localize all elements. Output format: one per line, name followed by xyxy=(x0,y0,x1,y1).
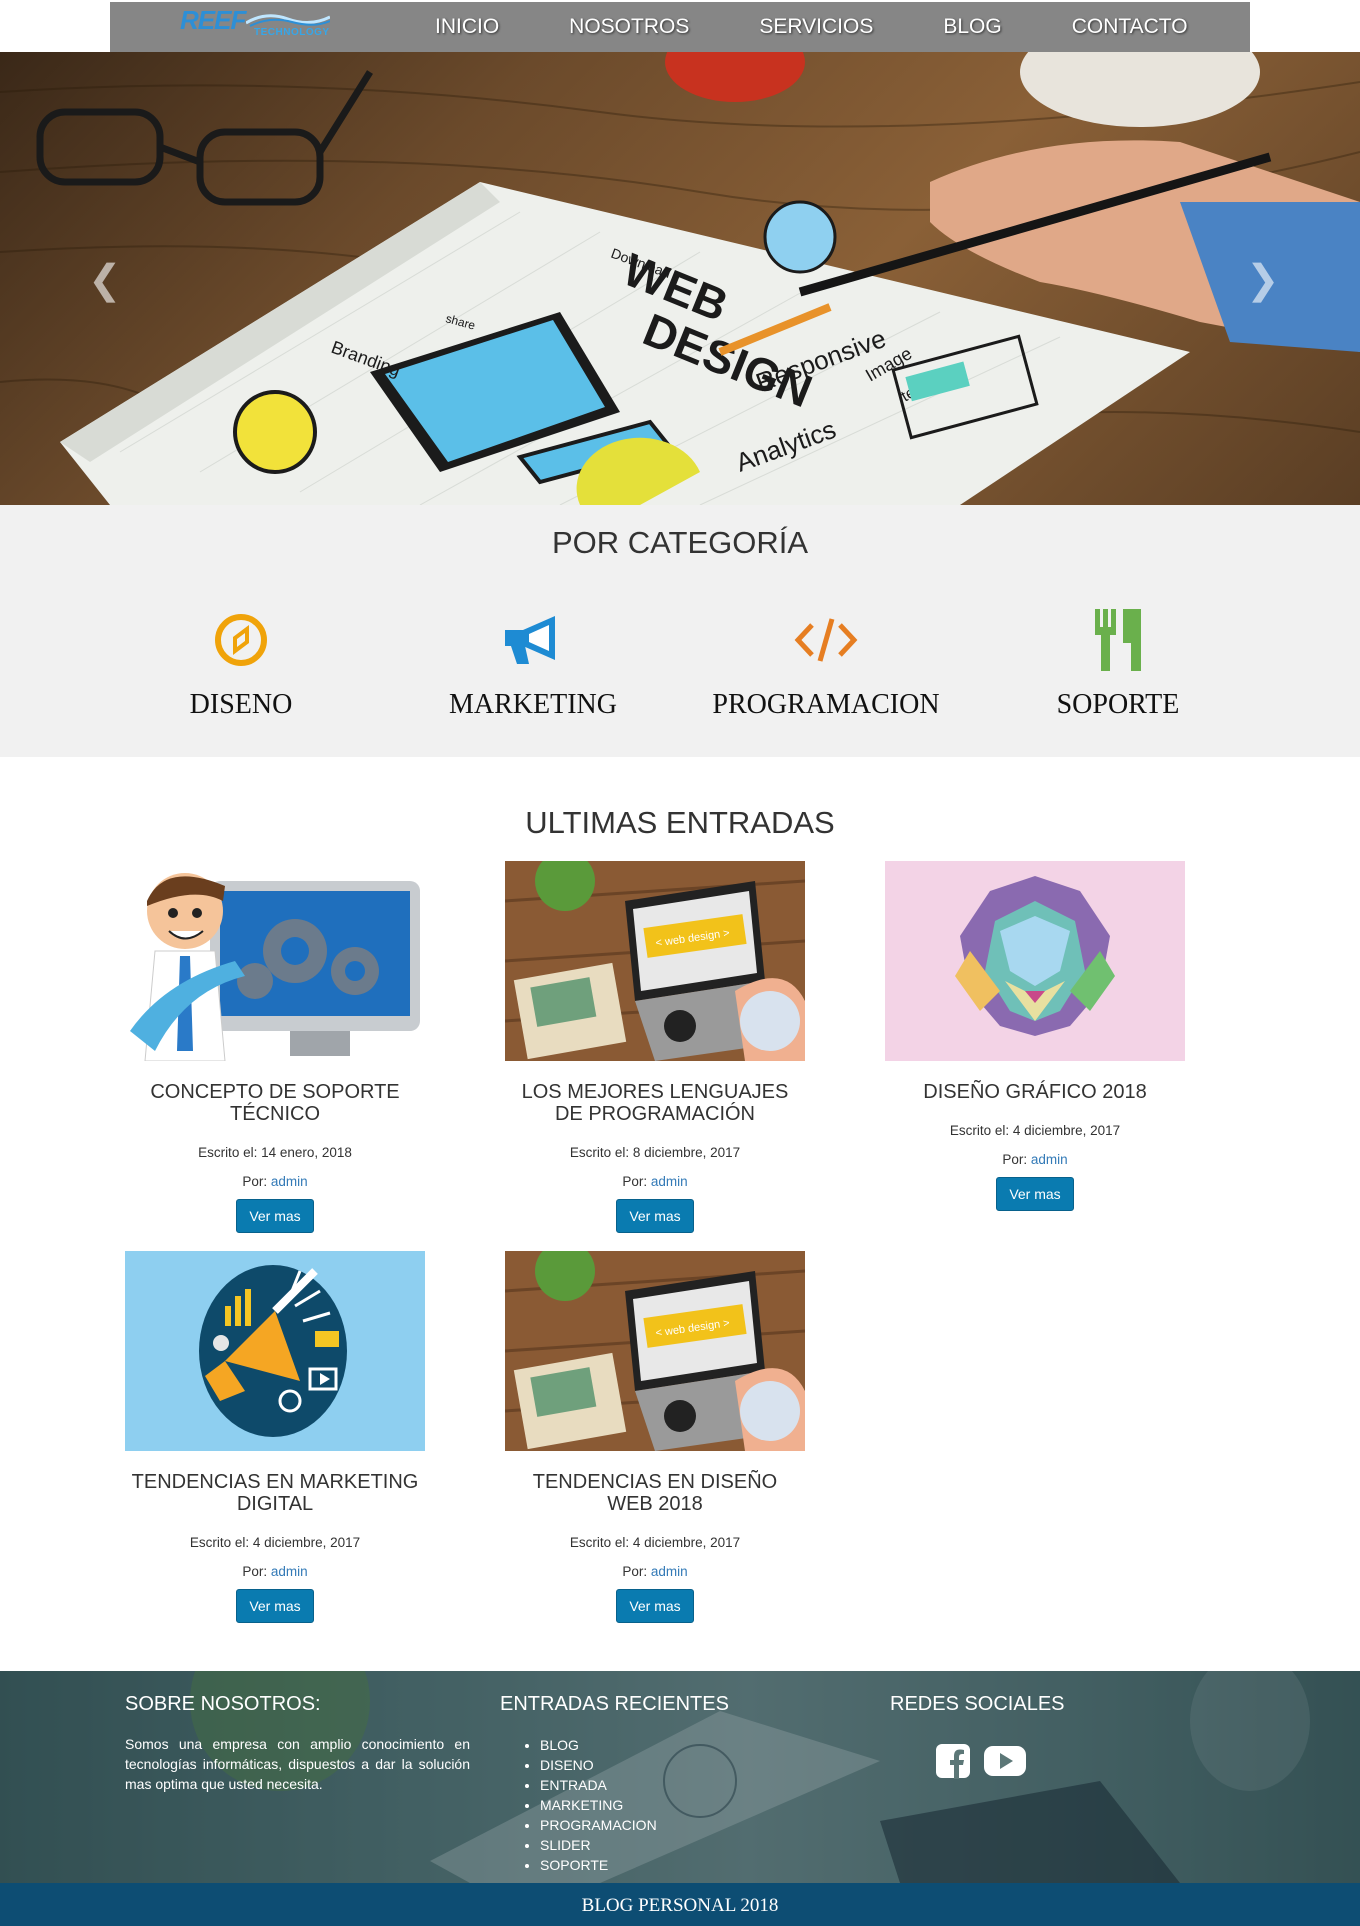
youtube-icon[interactable] xyxy=(983,1743,1027,1779)
copyright-bar: BLOG PERSONAL 2018 xyxy=(0,1883,1360,1926)
footer-about-title: SOBRE NOSOTROS: xyxy=(125,1693,321,1715)
nav-item-contacto[interactable]: CONTACTO xyxy=(1072,2,1188,52)
logo-subtext: TECHNOLOGY xyxy=(254,27,330,38)
read-more-button[interactable]: Ver mas xyxy=(616,1589,694,1623)
post-date: Escrito el: 4 diciembre, 2017 xyxy=(189,1535,361,1550)
post-image-web-design[interactable]: < web design > xyxy=(505,1251,805,1451)
nav-item-nosotros[interactable]: NOSOTROS xyxy=(569,2,689,52)
post-image-programming[interactable]: < web design > xyxy=(505,861,805,1061)
post-title[interactable]: CONCEPTO DE SOPORTE TÉCNICO xyxy=(125,1081,425,1125)
category-label: SOPORTE xyxy=(1056,689,1180,720)
nav-item-blog[interactable]: BLOG xyxy=(943,2,1001,52)
read-more-button[interactable]: Ver mas xyxy=(236,1589,314,1623)
author-link[interactable]: admin xyxy=(271,1174,308,1189)
footer-recent-list: BLOG DISENO ENTRADA MARKETING PROGRAMACI… xyxy=(540,1735,657,1875)
category-diseno[interactable]: DISENO xyxy=(95,605,387,721)
author-prefix: Por: xyxy=(242,1174,268,1189)
author-prefix: Por: xyxy=(622,1564,648,1579)
nav-item-servicios[interactable]: SERVICIOS xyxy=(759,2,873,52)
footer-recent-item[interactable]: PROGRAMACION xyxy=(540,1815,657,1835)
post-card: TENDENCIAS EN MARKETING DIGITAL Escrito … xyxy=(125,1251,425,1623)
megaphone-icon xyxy=(387,605,679,675)
post-date: Escrito el: 4 diciembre, 2017 xyxy=(949,1123,1121,1138)
read-more-button[interactable]: Ver mas xyxy=(236,1199,314,1233)
author-prefix: Por: xyxy=(622,1174,648,1189)
category-soporte[interactable]: SOPORTE xyxy=(972,605,1264,721)
author-link[interactable]: admin xyxy=(651,1174,688,1189)
post-card: < web design > TENDENCIAS EN DISEÑO WEB … xyxy=(505,1251,805,1623)
post-date: Escrito el: 8 diciembre, 2017 xyxy=(569,1145,741,1160)
facebook-icon[interactable] xyxy=(935,1743,971,1779)
footer: SOBRE NOSOTROS: Somos una empresa con am… xyxy=(0,1671,1360,1883)
social-links xyxy=(935,1743,1027,1779)
footer-recent-item[interactable]: MARKETING xyxy=(540,1795,657,1815)
post-card: DISEÑO GRÁFICO 2018 Escrito el: 4 diciem… xyxy=(885,861,1185,1211)
post-title[interactable]: TENDENCIAS EN MARKETING DIGITAL xyxy=(125,1471,425,1515)
post-author: Por: admin xyxy=(505,1564,805,1579)
author-link[interactable]: admin xyxy=(271,1564,308,1579)
post-title[interactable]: LOS MEJORES LENGUAJES DE PROGRAMACIÓN xyxy=(505,1081,805,1125)
post-card: < web design > LOS MEJORES LENGUAJES DE … xyxy=(505,861,805,1233)
footer-recent-item[interactable]: SLIDER xyxy=(540,1835,657,1855)
cutlery-icon xyxy=(972,605,1264,675)
footer-recent-item[interactable]: BLOG xyxy=(540,1735,657,1755)
read-more-button[interactable]: Ver mas xyxy=(616,1199,694,1233)
footer-about-text: Somos una empresa con amplio conocimient… xyxy=(125,1736,470,1792)
post-author: Por: admin xyxy=(125,1564,425,1579)
post-image-marketing[interactable] xyxy=(125,1251,425,1451)
hero-slider: WEB DESIGN Responsive Analytics Branding… xyxy=(0,52,1360,505)
author-link[interactable]: admin xyxy=(651,1564,688,1579)
category-label: PROGRAMACION xyxy=(712,689,940,720)
categories-section: POR CATEGORÍA DISENO MARKETING PROGRAMAC… xyxy=(0,505,1360,757)
post-author: Por: admin xyxy=(505,1174,805,1189)
slider-next-icon[interactable]: ❯ xyxy=(1246,257,1280,303)
post-date: Escrito el: 4 diciembre, 2017 xyxy=(569,1535,741,1550)
nav-item-inicio[interactable]: INICIO xyxy=(435,2,499,52)
top-navigation: REEF TECHNOLOGY INICIO NOSOTROS SERVICIO… xyxy=(110,2,1250,52)
author-link[interactable]: admin xyxy=(1031,1152,1068,1167)
post-author: Por: admin xyxy=(885,1152,1185,1167)
post-card: CONCEPTO DE SOPORTE TÉCNICO Escrito el: … xyxy=(125,861,425,1233)
compass-icon xyxy=(95,605,387,675)
category-programacion[interactable]: PROGRAMACION xyxy=(680,605,972,721)
footer-recent-title: ENTRADAS RECIENTES xyxy=(500,1693,729,1715)
post-date: Escrito el: 14 enero, 2018 xyxy=(198,1145,352,1160)
post-title[interactable]: TENDENCIAS EN DISEÑO WEB 2018 xyxy=(505,1471,805,1515)
post-image-graphic-design[interactable] xyxy=(885,861,1185,1061)
category-marketing[interactable]: MARKETING xyxy=(387,605,679,721)
category-label: MARKETING xyxy=(449,689,617,720)
slider-prev-icon[interactable]: ❮ xyxy=(88,257,122,303)
author-prefix: Por: xyxy=(1002,1152,1028,1167)
footer-recent-item[interactable]: DISENO xyxy=(540,1755,657,1775)
author-prefix: Por: xyxy=(242,1564,268,1579)
footer-recent-item[interactable]: SOPORTE xyxy=(540,1855,657,1875)
post-title[interactable]: DISEÑO GRÁFICO 2018 xyxy=(885,1081,1185,1103)
post-author: Por: admin xyxy=(125,1174,425,1189)
read-more-button[interactable]: Ver mas xyxy=(996,1177,1074,1211)
footer-social-title: REDES SOCIALES xyxy=(890,1693,1065,1715)
footer-recent-item[interactable]: ENTRADA xyxy=(540,1775,657,1795)
hero-image: WEB DESIGN Responsive Analytics Branding… xyxy=(0,52,1360,505)
logo-text: REEF xyxy=(180,5,246,35)
logo[interactable]: REEF TECHNOLOGY xyxy=(180,5,340,45)
logo-wave-icon xyxy=(246,14,330,27)
category-label: DISENO xyxy=(189,689,293,720)
code-icon xyxy=(680,605,972,675)
main-menu: INICIO NOSOTROS SERVICIOS BLOG CONTACTO xyxy=(435,2,1258,52)
categories-title: POR CATEGORÍA xyxy=(551,525,809,560)
post-image-support[interactable] xyxy=(125,861,425,1061)
posts-title: ULTIMAS ENTRADAS xyxy=(525,805,835,840)
